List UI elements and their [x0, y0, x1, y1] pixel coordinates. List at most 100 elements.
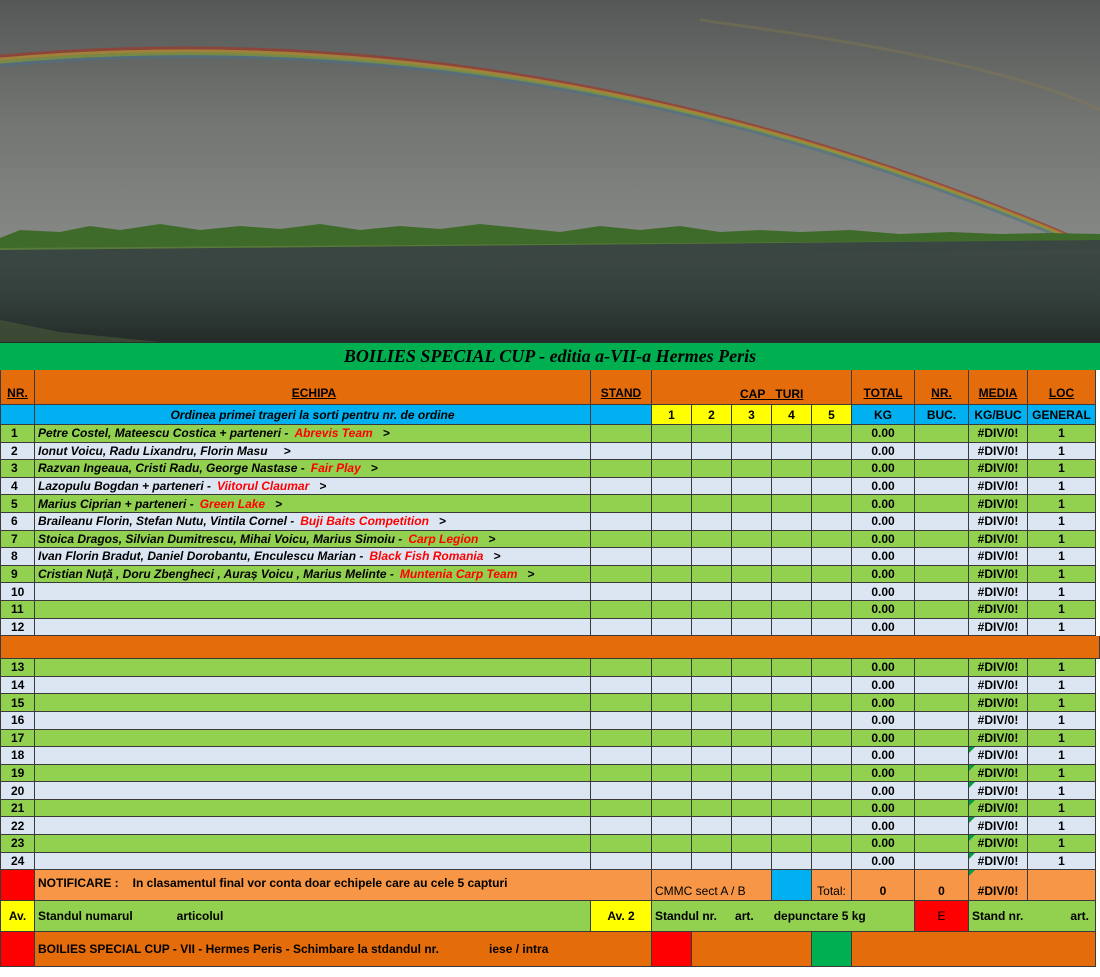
av2-label: Av. 2 — [591, 901, 652, 933]
row-media: #DIV/0! — [969, 711, 1028, 730]
row-total: 0.00 — [852, 530, 915, 549]
team-members: Ionut Voicu, Radu Lixandru, Florin Masu — [38, 443, 268, 458]
row-total: 0.00 — [852, 659, 915, 677]
row-loc: 1 — [1028, 747, 1096, 765]
e-marker: E — [915, 901, 969, 933]
row-team — [35, 600, 591, 619]
warning-penalty-text: Standul nr. art. depunctare 5 kg — [652, 901, 915, 933]
row-total: 0.00 — [852, 764, 915, 783]
row-media: #DIV/0! — [969, 565, 1028, 584]
row-nr: 4 — [0, 477, 35, 496]
header-turi: TURI — [775, 387, 804, 401]
row-media: #DIV/0! — [969, 747, 1028, 765]
row-total: 0.00 — [852, 835, 915, 853]
row-nr: 8 — [0, 548, 35, 566]
row-total: 0.00 — [852, 583, 915, 601]
cmmc-marker — [772, 870, 812, 902]
team-arrow: > — [493, 549, 501, 564]
team-members: Braileanu Florin, Stefan Nutu, Vintila C… — [38, 514, 295, 529]
row-loc: 1 — [1028, 477, 1096, 496]
table-row: 16 0.00 #DIV/0! 1 — [0, 711, 1100, 730]
row-total: 0.00 — [852, 425, 915, 443]
row-total: 0.00 — [852, 442, 915, 461]
row-team — [35, 729, 591, 748]
team-arrow: > — [488, 531, 496, 546]
table-row: 18 0.00 #DIV/0! 1 — [0, 747, 1100, 765]
row-media: #DIV/0! — [969, 799, 1028, 818]
row-team: Ionut Voicu, Radu Lixandru, Florin Masu > — [35, 442, 591, 461]
row-team — [35, 618, 591, 637]
notification-row: NOTIFICARE : In clasamentul final vor co… — [0, 870, 1100, 902]
row-total: 0.00 — [852, 694, 915, 712]
row-nr: 22 — [0, 817, 35, 836]
row-nr: 1 — [0, 425, 35, 443]
row-nr: 9 — [0, 565, 35, 584]
row-media: #DIV/0! — [969, 425, 1028, 443]
team-members: Ivan Florin Bradut, Daniel Dorobantu, En… — [38, 549, 364, 564]
team-members: Marius Ciprian + parteneri - — [38, 496, 194, 511]
row-nr: 6 — [0, 512, 35, 531]
row-media: #DIV/0! — [969, 835, 1028, 853]
table-row: 8 Ivan Florin Bradut, Daniel Dorobantu, E… — [0, 548, 1100, 566]
team-arrow: > — [382, 426, 390, 441]
av-label: Av. — [0, 901, 35, 933]
row-team — [35, 711, 591, 730]
team-name: Carp Legion — [408, 531, 479, 546]
row-total: 0.00 — [852, 460, 915, 478]
row-nr: 14 — [0, 676, 35, 695]
row-media: #DIV/0! — [969, 548, 1028, 566]
row-loc: 1 — [1028, 618, 1096, 637]
table-row: 21 0.00 #DIV/0! 1 — [0, 799, 1100, 818]
warning-row: Av. Standul numarul articolul Av. 2 Stan… — [0, 901, 1100, 933]
row-team — [35, 583, 591, 601]
team-members: Lazopulu Bogdan + parteneri - — [38, 479, 212, 494]
team-name: Buji Baits Competition — [300, 514, 429, 529]
round-5: 5 — [812, 405, 852, 425]
row-nr: 5 — [0, 495, 35, 513]
table-row: 4 Lazopulu Bogdan + parteneri - Viitorul C… — [0, 477, 1100, 496]
header-total: TOTAL — [852, 370, 915, 405]
row-team — [35, 747, 591, 765]
row-loc: 1 — [1028, 512, 1096, 531]
order-note: Ordinea primei trageri la sorti pentru n… — [35, 405, 591, 425]
table-subheader-row: Ordinea primei trageri la sorti pentru n… — [0, 405, 1100, 425]
rows-bottom: 13 0.00 #DIV/0! 1 14 0.00 #DIV/0! 1 15 0.00 #DIV/0… — [0, 659, 1100, 871]
team-name: Black Fish Romania — [369, 549, 484, 564]
table-row: 22 0.00 #DIV/0! 1 — [0, 817, 1100, 836]
unit-kg-buc: KG/BUC — [969, 405, 1028, 425]
row-media: #DIV/0! — [969, 729, 1028, 748]
unit-kg: KG — [852, 405, 915, 425]
table-row: 5 Marius Ciprian + parteneri - Green Lake >… — [0, 495, 1100, 513]
notification-marker — [0, 870, 35, 902]
row-team — [35, 817, 591, 836]
row-team: Cristian Nuță , Doru Zbengheci , Auraș V… — [35, 565, 591, 584]
team-arrow: > — [283, 443, 291, 458]
round-3: 3 — [732, 405, 772, 425]
cmmc-label: CMMC sect A / B — [652, 870, 772, 902]
row-team: Stoica Dragos, Silvian Dumitrescu, Mihai… — [35, 530, 591, 549]
team-members: Razvan Ingeaua, Cristi Radu, George Nast… — [38, 461, 305, 476]
table-row: 9 Cristian Nuță , Doru Zbengheci , Auraș … — [0, 565, 1100, 584]
header-nr-buc: NR. — [915, 370, 969, 405]
row-nr: 3 — [0, 460, 35, 478]
row-team — [35, 782, 591, 800]
row-loc: 1 — [1028, 495, 1096, 513]
table-row: 19 0.00 #DIV/0! 1 — [0, 764, 1100, 783]
row-loc: 1 — [1028, 583, 1096, 601]
row-total: 0.00 — [852, 782, 915, 800]
row-total: 0.00 — [852, 676, 915, 695]
warning-stand-text: Standul numarul articolul — [35, 901, 591, 933]
row-total: 0.00 — [852, 799, 915, 818]
row-media: #DIV/0! — [969, 600, 1028, 619]
row-loc: 1 — [1028, 442, 1096, 461]
unit-general: GENERAL — [1028, 405, 1096, 425]
team-arrow: > — [438, 514, 446, 529]
header-echipa: ECHIPA — [35, 370, 591, 405]
notification-text: NOTIFICARE : In clasamentul final vor co… — [35, 870, 652, 902]
team-members: Cristian Nuță , Doru Zbengheci , Auraș V… — [38, 567, 394, 582]
row-loc: 1 — [1028, 799, 1096, 818]
header-nr: NR. — [0, 370, 35, 405]
row-loc: 1 — [1028, 852, 1096, 871]
page-title: BOILIES SPECIAL CUP - editia a-VII-a Her… — [343, 346, 757, 366]
section-separator — [0, 636, 1100, 660]
